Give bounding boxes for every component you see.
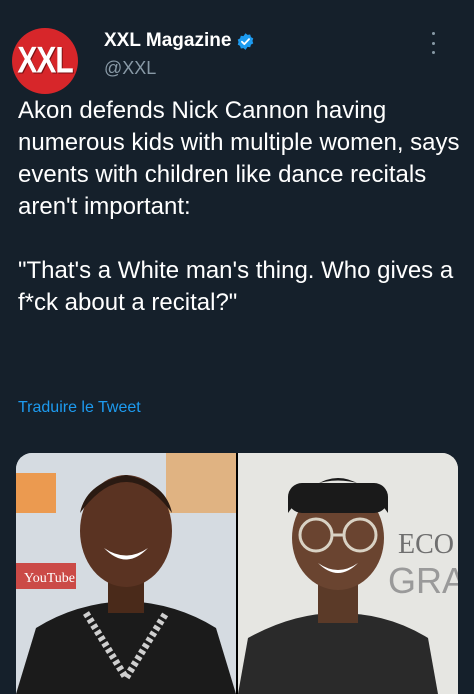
photo-left-illustration: YouTube — [16, 453, 236, 694]
media-photo-right[interactable]: ECO GRA — [238, 453, 458, 694]
author-handle[interactable]: @XXL — [104, 58, 156, 79]
more-options-icon[interactable] — [426, 32, 440, 54]
avatar-logo-text: XXL — [17, 39, 73, 81]
tweet-header: XXL XXL Magazine @XXL — [0, 0, 474, 96]
left-backdrop-text: YouTube — [24, 571, 75, 586]
tweet-text: Akon defends Nick Cannon having numerous… — [18, 97, 460, 316]
author-name[interactable]: XXL Magazine — [104, 30, 231, 52]
verified-badge-icon — [238, 32, 254, 50]
right-backdrop-text-1: ECO — [398, 529, 454, 560]
author-row[interactable]: XXL Magazine — [104, 30, 255, 52]
translate-tweet-link[interactable]: Traduire le Tweet — [18, 399, 141, 417]
media-photo-left[interactable]: YouTube — [16, 453, 236, 694]
avatar[interactable]: XXL — [12, 28, 78, 94]
right-backdrop-text-2: GRA — [388, 560, 458, 601]
tweet-media[interactable]: YouTube ECO GRA — [16, 453, 458, 694]
photo-right-illustration: ECO GRA — [238, 453, 458, 694]
